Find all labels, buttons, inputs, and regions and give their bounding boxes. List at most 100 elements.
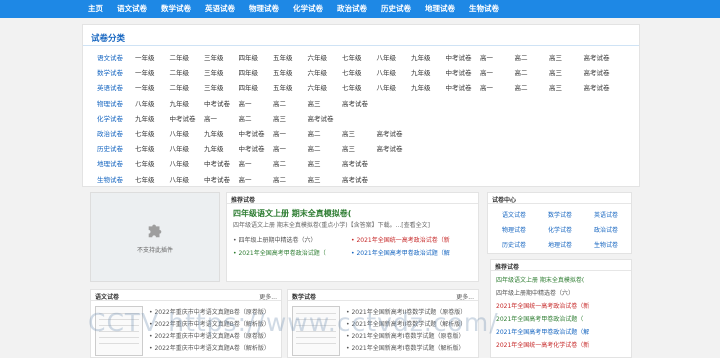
category-grade-link[interactable]: 高二 — [515, 52, 528, 64]
category-grade-link[interactable]: 七年级 — [135, 143, 155, 155]
category-grade-link[interactable]: 高二 — [273, 174, 286, 186]
category-grade-link[interactable]: 高二 — [515, 67, 528, 79]
nav-item[interactable]: 生物试卷 — [469, 0, 499, 18]
category-grade-link[interactable]: 三年级 — [204, 82, 224, 94]
category-grade-link[interactable]: 高考试卷 — [377, 143, 403, 155]
nav-item[interactable]: 政治试卷 — [337, 0, 367, 18]
category-grade-link[interactable]: 中考试卷 — [239, 143, 265, 155]
category-grade-link[interactable]: 七年级 — [135, 174, 155, 186]
category-grade-link[interactable]: 二年级 — [170, 67, 190, 79]
category-grade-link[interactable]: 九年级 — [170, 98, 190, 110]
category-grade-link[interactable]: 中考试卷 — [204, 174, 230, 186]
side-recommend-link[interactable]: 2021年全国统一高考政治试卷（新 — [496, 301, 589, 310]
category-grade-link[interactable]: 高一 — [239, 174, 252, 186]
nav-item[interactable]: 化学试卷 — [293, 0, 323, 18]
category-grade-link[interactable]: 九年级 — [411, 82, 431, 94]
recommend-link[interactable]: • 四年级上册期中精选卷（六） — [233, 235, 316, 244]
recommend-headline[interactable]: 四年级语文上册 期末全真模拟卷( — [233, 208, 351, 219]
category-grade-link[interactable]: 九年级 — [204, 128, 224, 140]
category-grade-link[interactable]: 高考试卷 — [377, 128, 403, 140]
category-grade-link[interactable]: 高二 — [308, 128, 321, 140]
category-grade-link[interactable]: 七年级 — [135, 128, 155, 140]
category-grade-link[interactable]: 中考试卷 — [204, 158, 230, 170]
category-grade-link[interactable]: 高考试卷 — [308, 113, 334, 125]
category-grade-link[interactable]: 高考试卷 — [584, 52, 610, 64]
exam-center-link[interactable]: 语文试卷 — [502, 210, 526, 219]
category-grade-link[interactable]: 三年级 — [204, 52, 224, 64]
category-grade-link[interactable]: 高二 — [273, 98, 286, 110]
category-grade-link[interactable]: 九年级 — [135, 113, 155, 125]
nav-item[interactable]: 历史试卷 — [381, 0, 411, 18]
category-grade-link[interactable]: 九年级 — [411, 67, 431, 79]
category-grade-link[interactable]: 高考试卷 — [342, 98, 368, 110]
category-subject-link[interactable]: 英语试卷 — [97, 82, 123, 94]
category-grade-link[interactable]: 中考试卷 — [170, 113, 196, 125]
category-subject-link[interactable]: 数学试卷 — [97, 67, 123, 79]
category-grade-link[interactable]: 高一 — [273, 128, 286, 140]
category-grade-link[interactable]: 七年级 — [342, 67, 362, 79]
category-grade-link[interactable]: 八年级 — [377, 52, 397, 64]
category-grade-link[interactable]: 八年级 — [135, 98, 155, 110]
category-grade-link[interactable]: 中考试卷 — [446, 82, 472, 94]
category-grade-link[interactable]: 八年级 — [170, 158, 190, 170]
category-grade-link[interactable]: 高三 — [342, 128, 355, 140]
category-grade-link[interactable]: 二年级 — [170, 82, 190, 94]
nav-item[interactable]: 英语试卷 — [205, 0, 235, 18]
category-grade-link[interactable]: 高三 — [308, 158, 321, 170]
exam-center-link[interactable]: 政治试卷 — [594, 225, 618, 234]
category-grade-link[interactable]: 高一 — [239, 158, 252, 170]
paper-link[interactable]: • 2022年重庆市中考语文真题A卷（解析版） — [149, 343, 270, 352]
side-recommend-link[interactable]: 四年级语文上册 期末全真模拟卷( — [496, 275, 584, 284]
category-grade-link[interactable]: 二年级 — [170, 52, 190, 64]
category-grade-link[interactable]: 高三 — [308, 174, 321, 186]
exam-center-link[interactable]: 化学试卷 — [548, 225, 572, 234]
exam-center-link[interactable]: 物理试卷 — [502, 225, 526, 234]
category-subject-link[interactable]: 语文试卷 — [97, 52, 123, 64]
category-grade-link[interactable]: 高一 — [480, 52, 493, 64]
category-grade-link[interactable]: 九年级 — [204, 143, 224, 155]
category-grade-link[interactable]: 高二 — [515, 82, 528, 94]
category-grade-link[interactable]: 高一 — [480, 67, 493, 79]
category-grade-link[interactable]: 高一 — [204, 113, 217, 125]
side-recommend-link[interactable]: 2021年全国高考甲卷政治试题（ — [496, 314, 583, 323]
category-grade-link[interactable]: 一年级 — [135, 52, 155, 64]
nav-item[interactable]: 物理试卷 — [249, 0, 279, 18]
category-grade-link[interactable]: 高三 — [549, 67, 562, 79]
category-grade-link[interactable]: 七年级 — [342, 52, 362, 64]
category-grade-link[interactable]: 八年级 — [170, 174, 190, 186]
exam-center-link[interactable]: 数学试卷 — [548, 210, 572, 219]
category-subject-link[interactable]: 生物试卷 — [97, 174, 123, 186]
category-grade-link[interactable]: 高一 — [273, 143, 286, 155]
category-grade-link[interactable]: 高三 — [342, 143, 355, 155]
nav-item[interactable]: 地理试卷 — [425, 0, 455, 18]
exam-center-link[interactable]: 地理试卷 — [548, 240, 572, 249]
category-grade-link[interactable]: 三年级 — [204, 67, 224, 79]
category-grade-link[interactable]: 中考试卷 — [446, 67, 472, 79]
category-grade-link[interactable]: 八年级 — [170, 128, 190, 140]
nav-item[interactable]: 主页 — [88, 0, 103, 18]
category-grade-link[interactable]: 六年级 — [308, 52, 328, 64]
category-grade-link[interactable]: 高二 — [308, 143, 321, 155]
category-grade-link[interactable]: 高二 — [239, 113, 252, 125]
category-subject-link[interactable]: 物理试卷 — [97, 98, 123, 110]
category-grade-link[interactable]: 高考试卷 — [342, 174, 368, 186]
category-grade-link[interactable]: 八年级 — [170, 143, 190, 155]
recommend-summary[interactable]: 四年级语文上册 期末全真模拟卷(重点小学)【含答案】下载。...[查看全文] — [233, 220, 430, 229]
category-subject-link[interactable]: 化学试卷 — [97, 113, 123, 125]
category-grade-link[interactable]: 高一 — [239, 98, 252, 110]
category-grade-link[interactable]: 高三 — [549, 82, 562, 94]
category-grade-link[interactable]: 中考试卷 — [239, 128, 265, 140]
category-grade-link[interactable]: 高三 — [308, 98, 321, 110]
category-grade-link[interactable]: 五年级 — [273, 82, 293, 94]
side-recommend-link[interactable]: 四年级上册期中精选卷（六） — [496, 288, 574, 297]
nav-item[interactable]: 数学试卷 — [161, 0, 191, 18]
category-grade-link[interactable]: 四年级 — [239, 67, 259, 79]
recommend-link[interactable]: • 2021年全国高考甲卷政治试题（ — [233, 248, 326, 257]
category-grade-link[interactable]: 高三 — [549, 52, 562, 64]
category-grade-link[interactable]: 高三 — [273, 113, 286, 125]
category-grade-link[interactable]: 高考试卷 — [342, 158, 368, 170]
category-grade-link[interactable]: 高一 — [480, 82, 493, 94]
category-grade-link[interactable]: 四年级 — [239, 82, 259, 94]
category-grade-link[interactable]: 四年级 — [239, 52, 259, 64]
category-grade-link[interactable]: 中考试卷 — [204, 98, 230, 110]
